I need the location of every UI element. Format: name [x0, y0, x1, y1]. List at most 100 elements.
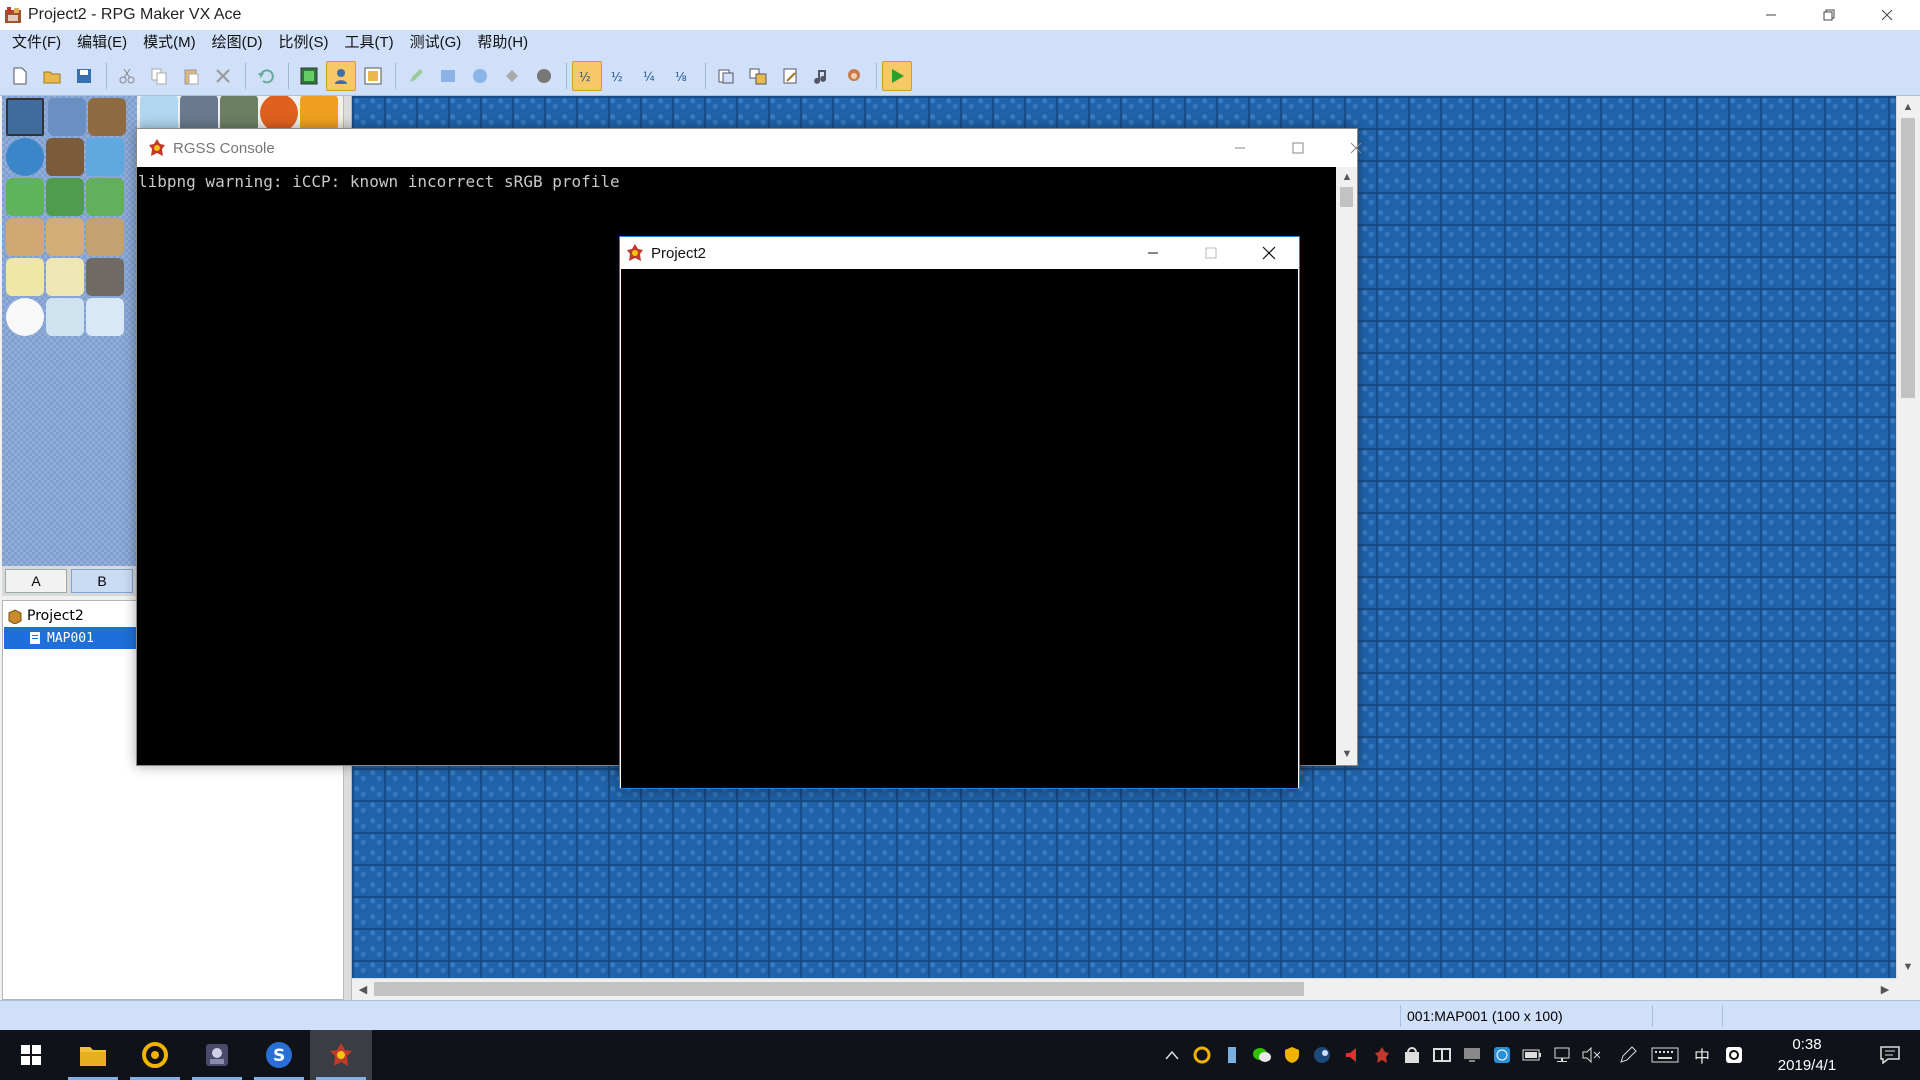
scroll-up-arrow-icon[interactable]: ▲: [1899, 98, 1917, 116]
tile-frost[interactable]: [86, 298, 124, 336]
menu-help[interactable]: 帮助(H): [469, 30, 536, 56]
tray-media[interactable]: [1428, 1030, 1456, 1080]
action-center-button[interactable]: [1866, 1030, 1914, 1080]
save-project-button[interactable]: [69, 61, 99, 91]
tile-grass-dark[interactable]: [46, 178, 84, 216]
zoom-1-8-button[interactable]: ⅛: [668, 61, 698, 91]
tile-cliff[interactable]: [180, 96, 218, 132]
tile-swamp[interactable]: [220, 96, 258, 132]
map-horizontal-scroll-thumb[interactable]: [374, 982, 1304, 996]
tile-deep-water[interactable]: [48, 98, 86, 136]
tile-lava[interactable]: [260, 96, 298, 132]
tray-keyboard[interactable]: [1648, 1030, 1682, 1080]
tray-quick[interactable]: [1720, 1030, 1748, 1080]
undo-button[interactable]: [251, 61, 281, 91]
tile-pond[interactable]: [6, 138, 44, 176]
scroll-down-arrow-icon[interactable]: ▼: [1338, 745, 1356, 763]
menu-draw[interactable]: 绘图(D): [204, 30, 271, 56]
tile-snow-field[interactable]: [46, 298, 84, 336]
tray-wechat[interactable]: [1248, 1030, 1276, 1080]
scroll-right-arrow-icon[interactable]: ▶: [1876, 980, 1894, 998]
scroll-up-arrow-icon[interactable]: ▲: [1338, 168, 1356, 186]
console-maximize-button[interactable]: [1269, 129, 1327, 167]
tray-overflow[interactable]: [1160, 1030, 1184, 1080]
tile-gravel[interactable]: [86, 258, 124, 296]
menu-test[interactable]: 测试(G): [402, 30, 470, 56]
taskbar-clock[interactable]: 0:38 2019/4/1: [1752, 1034, 1862, 1076]
menu-scale[interactable]: 比例(S): [270, 30, 336, 56]
tile-grass-light[interactable]: [86, 178, 124, 216]
tray-battery[interactable]: [1518, 1030, 1546, 1080]
tile-snow[interactable]: [6, 298, 44, 336]
new-project-button[interactable]: [5, 61, 35, 91]
console-scrollbar[interactable]: ▲ ▼: [1336, 167, 1357, 765]
tree-project-row[interactable]: Project2: [7, 605, 84, 627]
tray-usb[interactable]: [1218, 1030, 1246, 1080]
taskbar-sogou[interactable]: S: [248, 1030, 310, 1080]
tray-volume[interactable]: [1578, 1030, 1606, 1080]
pencil-button[interactable]: [401, 61, 431, 91]
taskbar-browser[interactable]: [124, 1030, 186, 1080]
tile-grass[interactable]: [6, 178, 44, 216]
start-button[interactable]: [0, 1030, 62, 1080]
zoom-1-1-button[interactable]: ½: [572, 60, 602, 91]
database-button[interactable]: [711, 61, 741, 91]
region-layer-button[interactable]: [358, 61, 388, 91]
taskbar-rpg-maker[interactable]: [310, 1030, 372, 1080]
map-vertical-scrollbar[interactable]: ▲ ▼: [1896, 96, 1918, 978]
map-horizontal-scrollbar[interactable]: ◀ ▶: [352, 978, 1896, 998]
menu-file[interactable]: 文件(F): [4, 30, 69, 56]
game-minimize-button[interactable]: [1124, 237, 1182, 269]
tray-shield[interactable]: [1278, 1030, 1306, 1080]
resource-manager-button[interactable]: [743, 61, 773, 91]
tray-network-globe[interactable]: [1488, 1030, 1516, 1080]
tile-tree[interactable]: [46, 138, 84, 176]
scroll-left-arrow-icon[interactable]: ◀: [354, 980, 372, 998]
open-project-button[interactable]: [37, 61, 67, 91]
tile-rock[interactable]: [88, 98, 126, 136]
tile-ice[interactable]: [86, 138, 124, 176]
scroll-down-arrow-icon[interactable]: ▼: [1899, 958, 1917, 976]
tile-sand[interactable]: [46, 218, 84, 256]
map-vertical-scroll-thumb[interactable]: [1901, 118, 1915, 398]
tray-display[interactable]: [1458, 1030, 1486, 1080]
console-minimize-button[interactable]: [1211, 129, 1269, 167]
tray-app[interactable]: [1188, 1030, 1216, 1080]
script-editor-button[interactable]: [775, 61, 805, 91]
console-title-bar[interactable]: RGSS Console: [137, 129, 1357, 167]
tile-cloud[interactable]: [140, 96, 178, 132]
cut-button[interactable]: [112, 61, 142, 91]
sound-test-button[interactable]: [807, 61, 837, 91]
zoom-1-2-button[interactable]: ½: [604, 61, 634, 91]
map-layer-button[interactable]: [294, 61, 324, 91]
tray-pen[interactable]: [1614, 1030, 1642, 1080]
flood-fill-button[interactable]: [497, 61, 527, 91]
playtest-button[interactable]: [882, 60, 912, 91]
tray-ime[interactable]: 中: [1688, 1030, 1716, 1080]
paste-button[interactable]: [176, 61, 206, 91]
tray-network[interactable]: [1548, 1030, 1576, 1080]
menu-tools[interactable]: 工具(T): [336, 30, 401, 56]
rectangle-button[interactable]: [433, 61, 463, 91]
menu-mode[interactable]: 模式(M): [135, 30, 204, 56]
tile-light-sand[interactable]: [46, 258, 84, 296]
shadow-pen-button[interactable]: [529, 61, 559, 91]
delete-button[interactable]: [208, 61, 238, 91]
tile-path[interactable]: [86, 218, 124, 256]
taskbar-file-explorer[interactable]: [62, 1030, 124, 1080]
tileset-palette[interactable]: [2, 96, 137, 566]
game-window[interactable]: Project2: [619, 236, 1300, 789]
tray-game[interactable]: [1368, 1030, 1396, 1080]
game-close-button[interactable]: [1240, 237, 1298, 269]
game-screen[interactable]: [621, 269, 1298, 788]
tile-lava-field[interactable]: [300, 96, 338, 132]
restore-button[interactable]: [1800, 0, 1858, 30]
tileset-tab-a[interactable]: A: [5, 569, 67, 593]
game-maximize-button[interactable]: [1182, 237, 1240, 269]
menu-edit[interactable]: 编辑(E): [69, 30, 135, 56]
tile-desert[interactable]: [6, 258, 44, 296]
tree-map-row[interactable]: MAP001: [4, 627, 139, 649]
tray-speaker-red[interactable]: [1338, 1030, 1366, 1080]
tile-dirt[interactable]: [6, 218, 44, 256]
copy-button[interactable]: [144, 61, 174, 91]
